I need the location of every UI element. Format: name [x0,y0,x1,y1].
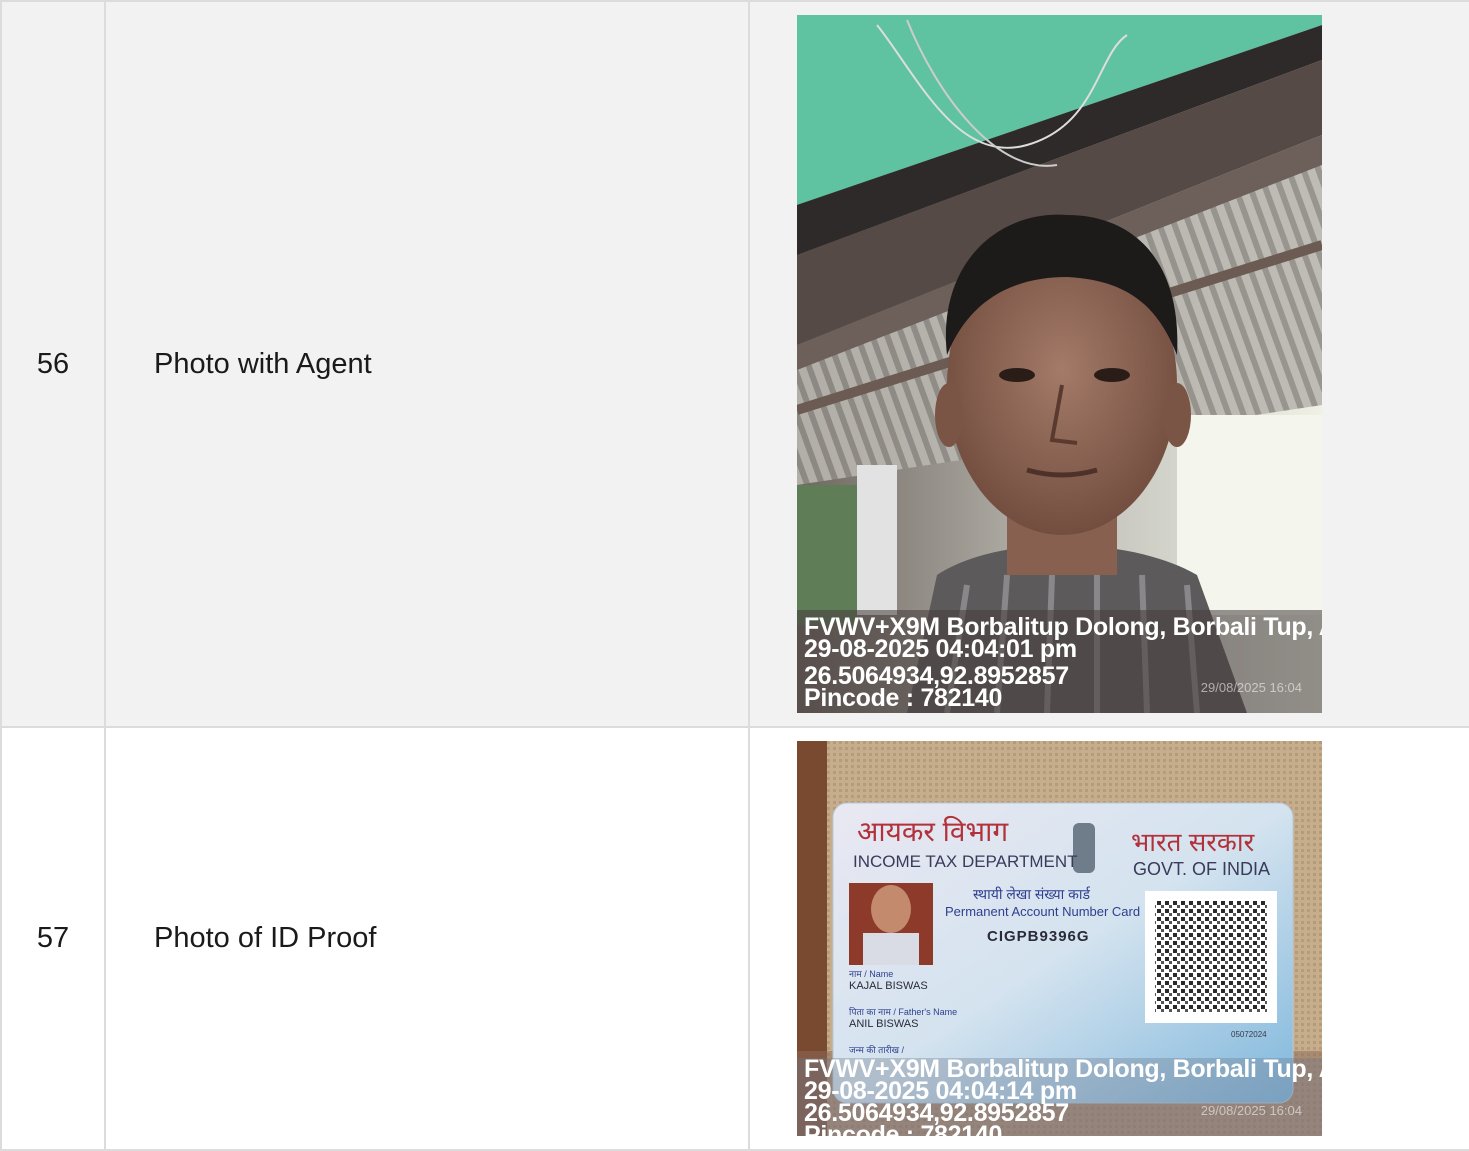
agent-photo: FVWV+X9M Borbalitup Dolong, Borbali Tup,… [797,15,1322,713]
photo-geo-stamp: FVWV+X9M Borbalitup Dolong, Borbali Tup,… [797,1058,1322,1136]
id-proof-photo: आयकर विभाग INCOME TAX DEPARTMENT भारत सर… [797,741,1322,1136]
report-table: 56 Photo with Agent FVWV+X9M Borbalitup … [0,0,1469,1151]
row-label: Photo of ID Proof [104,726,750,1151]
pan-number: CIGPB9396G [987,928,1090,945]
dept-english: INCOME TAX DEPARTMENT [853,852,1078,871]
govt-hindi: भारत सरकार [1131,827,1256,857]
stamp-datetime: 29-08-2025 04:04:01 pm [804,635,1077,663]
camera-timestamp: 29/08/2025 16:04 [1200,680,1302,695]
photo-cell: आयकर विभाग INCOME TAX DEPARTMENT भारत सर… [748,726,1469,1151]
table-row: 56 Photo with Agent FVWV+X9M Borbalitup … [0,0,1469,728]
agent-photo-image [797,15,1322,713]
dob-caption: जन्म की तारीख / [849,1044,905,1055]
name-value: KAJAL BISWAS [849,980,928,992]
card-title-hindi: स्थायी लेखा संख्या कार्ड [973,886,1091,902]
govt-english: GOVT. OF INDIA [1133,859,1270,879]
camera-timestamp: 29/08/2025 16:04 [1200,1103,1302,1118]
row-number: 56 [0,0,106,728]
father-value: ANIL BISWAS [849,1018,918,1030]
row-number: 57 [0,726,106,1151]
father-caption: पिता का नाम / Father's Name [849,1006,957,1017]
row-label: Photo with Agent [104,0,750,728]
dept-hindi: आयकर विभाग [857,815,1009,847]
photo-cell: FVWV+X9M Borbalitup Dolong, Borbali Tup,… [748,0,1469,728]
table-row: 57 Photo of ID Proof आयकर विभाग INCOME T… [0,726,1469,1151]
card-title-english: Permanent Account Number Card [945,904,1140,919]
issue-code: 05072024 [1231,1030,1267,1039]
photo-geo-stamp: FVWV+X9M Borbalitup Dolong, Borbali Tup,… [797,610,1322,713]
name-caption: नाम / Name [849,969,893,979]
